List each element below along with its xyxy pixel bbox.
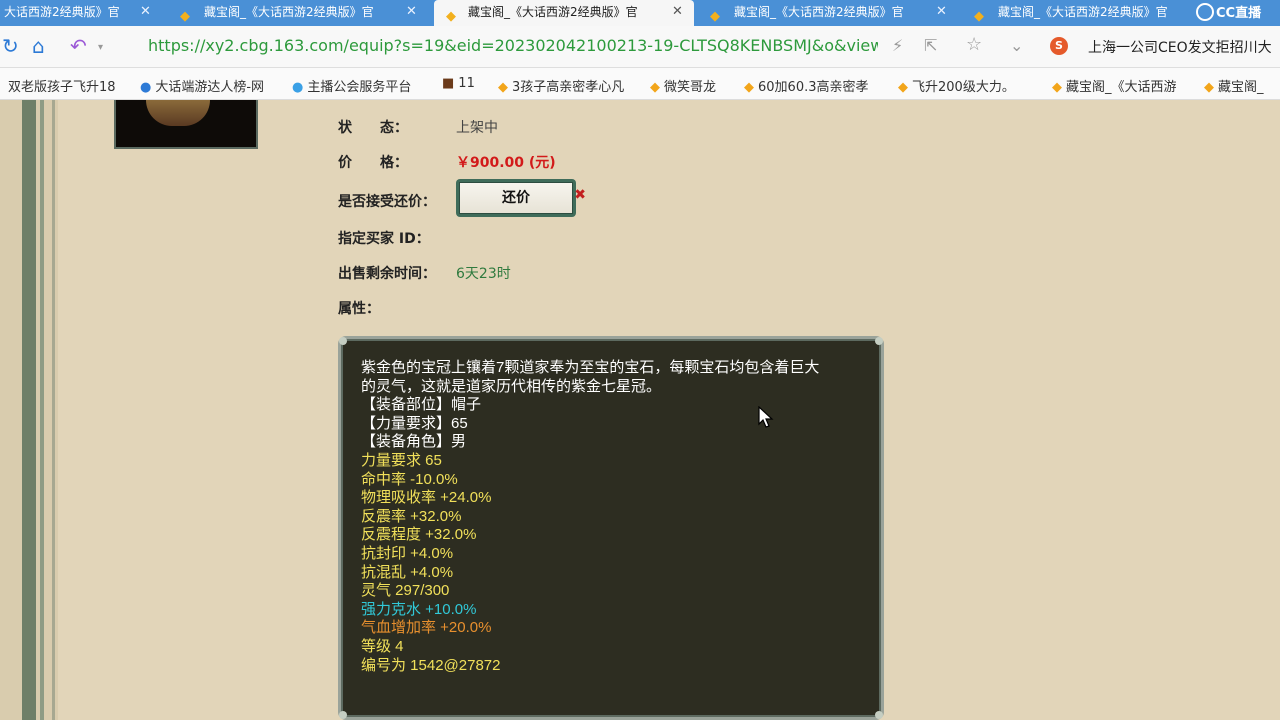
mouse-cursor-icon bbox=[758, 406, 774, 428]
description-line: 气血增加率 +20.0% bbox=[361, 619, 492, 637]
treasure-icon: ◆ bbox=[710, 9, 720, 24]
bookmark-item[interactable]: ◆ 藏宝阁_《大话西游 bbox=[1052, 76, 1192, 95]
browser-tab[interactable]: ◆ 藏宝阁_《大话西游2经典版》官 ✕ bbox=[170, 0, 428, 26]
bookmarks-bar: 双老版孩子飞升18 ● 大话端游达人榜-网 ● 主播公会服务平台 ■ 11 ◆ 3孩子高… bbox=[0, 68, 1280, 100]
bookmark-label: 藏宝阁_ bbox=[1218, 80, 1264, 95]
browser-tab[interactable]: 大话西游2经典版》官 ✕ bbox=[0, 0, 160, 26]
description-line: 反震程度 +32.0% bbox=[361, 526, 477, 544]
description-line: 反震率 +32.0% bbox=[361, 507, 462, 525]
tab-title: 藏宝阁_《大话西游2经典版》官 bbox=[468, 5, 638, 19]
stream-watermark: CC直播 bbox=[1196, 3, 1276, 25]
price-label: 价 格： bbox=[338, 155, 408, 171]
bookmark-item[interactable]: ■ 11 bbox=[442, 76, 486, 91]
browser-tab-active[interactable]: ◆ 藏宝阁_《大话西游2经典版》官 ✕ bbox=[434, 0, 694, 26]
share-icon[interactable]: ⇱ bbox=[924, 36, 937, 55]
treasure-icon: ◆ bbox=[898, 80, 908, 95]
tab-title: 藏宝阁_《大话西游2经典版》官 bbox=[204, 5, 374, 19]
bookmark-item[interactable]: ● 主播公会服务平台 bbox=[292, 76, 432, 95]
bird-icon: ● bbox=[292, 80, 304, 95]
flash-icon[interactable]: ⚡ bbox=[892, 36, 903, 55]
description-line: 等级 4 bbox=[361, 637, 404, 655]
item-description-box: 紫金色的宝冠上镶着7颗道家奉为至宝的宝石，每颗宝石均包含着巨大 的灵气，这就是道家… bbox=[338, 336, 884, 720]
attributes-label: 属性： bbox=[338, 301, 380, 317]
description-line: 【力量要求】65 bbox=[361, 414, 468, 432]
remaining-time-value: 6天23时 bbox=[456, 266, 511, 282]
bookmark-label: 飞升200级大力。 bbox=[912, 80, 1015, 95]
close-icon[interactable]: ✕ bbox=[672, 0, 683, 24]
close-icon[interactable]: ✕ bbox=[140, 0, 151, 24]
price-value: ￥900.00 (元) bbox=[456, 155, 556, 171]
description-line: 【装备角色】男 bbox=[361, 433, 467, 451]
bookmark-label: 双老版孩子飞升18 bbox=[8, 80, 116, 95]
tab-title: 藏宝阁_《大话西游2经典版》官 bbox=[998, 5, 1168, 19]
browser-tab[interactable]: ◆ 藏宝阁_《大话西游2经典版》官 ✕ bbox=[700, 0, 958, 26]
treasure-icon: ◆ bbox=[180, 9, 190, 24]
bookmark-label: 11 bbox=[458, 76, 475, 91]
star-icon[interactable]: ☆ bbox=[966, 34, 982, 55]
bookmark-item[interactable]: 双老版孩子飞升18 bbox=[8, 76, 130, 95]
buyer-id-label: 指定买家 ID： bbox=[338, 231, 430, 247]
status-value: 上架中 bbox=[456, 120, 498, 136]
treasure-icon: ◆ bbox=[446, 9, 456, 24]
description-line: 的灵气，这就是道家历代相传的紫金七星冠。 bbox=[361, 377, 662, 395]
search-engine-icon[interactable]: S bbox=[1050, 37, 1068, 55]
description-line: 紫金色的宝冠上镶着7颗道家奉为至宝的宝石，每颗宝石均包含着巨大 bbox=[361, 359, 820, 376]
bookmark-label: 微笑哥龙 bbox=[664, 80, 717, 95]
bookmark-item[interactable]: ◆ 藏宝阁_ bbox=[1204, 76, 1280, 95]
bookmark-label: 主播公会服务平台 bbox=[307, 80, 412, 95]
bookmark-item[interactable]: ◆ 60加60.3高亲密孝 bbox=[744, 76, 884, 95]
bargain-button-label: 还价 bbox=[459, 182, 573, 214]
address-bar: ↻ ⌂ ↶ ▾ https://xy2.cbg.163.com/equip?s=… bbox=[0, 26, 1280, 68]
description-line: 抗封印 +4.0% bbox=[361, 544, 454, 562]
bookmark-label: 60加60.3高亲密孝 bbox=[758, 80, 869, 95]
bargain-button[interactable]: 还价 ✖ bbox=[456, 179, 586, 217]
description-line: 物理吸收率 +24.0% bbox=[361, 489, 492, 507]
close-icon[interactable]: ✕ bbox=[406, 0, 417, 24]
close-icon: ✖ bbox=[574, 187, 586, 203]
close-icon[interactable]: ✕ bbox=[936, 0, 947, 24]
bookmark-item[interactable]: ◆ 微笑哥龙 bbox=[650, 76, 734, 95]
browser-icon: ● bbox=[140, 80, 152, 95]
treasure-icon: ◆ bbox=[650, 80, 660, 95]
browser-tab[interactable]: ◆ 藏宝阁_《大话西游2经典版》官 bbox=[964, 0, 1214, 26]
description-line: 抗混乱 +4.0% bbox=[361, 563, 454, 581]
bookmark-label: 藏宝阁_《大话西游 bbox=[1066, 80, 1177, 95]
tab-title: 大话西游2经典版》官 bbox=[4, 5, 120, 19]
bookmark-item[interactable]: ◆ 飞升200级大力。 bbox=[898, 76, 1038, 95]
home-icon[interactable]: ⌂ bbox=[32, 34, 45, 58]
refresh-icon[interactable]: ↻ bbox=[2, 34, 19, 58]
description-line: 编号为 1542@27872 bbox=[361, 656, 501, 674]
tab-title: 藏宝阁_《大话西游2经典版》官 bbox=[734, 5, 904, 19]
bookmark-item[interactable]: ◆ 3孩子高亲密孝心凡 bbox=[498, 76, 638, 95]
treasure-icon: ◆ bbox=[974, 9, 984, 24]
bookmark-item[interactable]: ● 大话端游达人榜-网 bbox=[140, 76, 280, 95]
description-line: 灵气 297/300 bbox=[361, 582, 450, 600]
cc-logo-icon bbox=[1196, 3, 1214, 21]
bookmark-label: 3孩子高亲密孝心凡 bbox=[512, 80, 625, 95]
description-line: 强力克水 +10.0% bbox=[361, 600, 477, 618]
news-ticker[interactable]: 上海一公司CEO发文拒招川大 bbox=[1088, 37, 1280, 57]
item-thumbnail bbox=[114, 100, 258, 149]
page-left-frame bbox=[0, 100, 58, 720]
treasure-icon: ◆ bbox=[1204, 80, 1214, 95]
description-lines: 紫金色的宝冠上镶着7颗道家奉为至宝的宝石，每颗宝石均包含着巨大 的灵气，这就是道家… bbox=[361, 359, 871, 675]
undo-icon[interactable]: ↶ bbox=[70, 34, 87, 58]
description-line: 命中率 -10.0% bbox=[361, 470, 458, 488]
chevron-down-icon[interactable]: ▾ bbox=[98, 42, 103, 53]
bargain-label: 是否接受还价： bbox=[338, 194, 436, 210]
browser-tab-strip: 大话西游2经典版》官 ✕ ◆ 藏宝阁_《大话西游2经典版》官 ✕ ◆ 藏宝阁_《… bbox=[0, 0, 1280, 26]
chevron-down-icon[interactable]: ⌄ bbox=[1010, 36, 1023, 55]
bookmark-label: 大话端游达人榜-网 bbox=[155, 80, 265, 95]
status-label: 状 态： bbox=[338, 120, 408, 136]
treasure-icon: ◆ bbox=[1052, 80, 1062, 95]
image-icon: ■ bbox=[442, 76, 455, 91]
description-line: 【装备部位】帽子 bbox=[361, 396, 482, 414]
treasure-icon: ◆ bbox=[744, 80, 754, 95]
treasure-icon: ◆ bbox=[498, 80, 508, 95]
remaining-time-label: 出售剩余时间： bbox=[338, 266, 436, 282]
crown-icon bbox=[146, 100, 210, 126]
url-field[interactable]: https://xy2.cbg.163.com/equip?s=19&eid=2… bbox=[148, 36, 878, 55]
description-line: 力量要求 65 bbox=[361, 451, 442, 469]
